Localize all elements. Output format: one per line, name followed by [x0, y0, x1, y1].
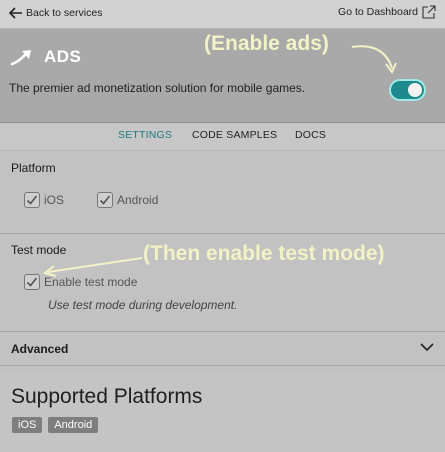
enable-ads-toggle[interactable] [389, 79, 426, 101]
top-bar: Back to services Go to Dashboard [0, 0, 445, 29]
checkmark-icon [26, 277, 38, 287]
android-checkbox-box[interactable] [97, 192, 113, 208]
advanced-section[interactable]: Advanced [0, 333, 445, 366]
platform-ios-checkbox[interactable]: iOS [24, 192, 64, 208]
enable-test-mode-label: Enable test mode [44, 275, 138, 289]
toggle-knob [408, 83, 422, 97]
platform-title: Platform [11, 161, 56, 175]
tab-settings[interactable]: SETTINGS [118, 129, 172, 141]
back-arrow-icon [9, 7, 22, 19]
ads-trend-arrow-icon [10, 50, 31, 66]
platform-android-checkbox[interactable]: Android [97, 192, 158, 208]
checkmark-icon [99, 195, 111, 205]
service-description: The premier ad monetization solution for… [9, 81, 306, 95]
service-title: ADS [10, 47, 81, 67]
service-name: ADS [44, 47, 82, 66]
tab-docs[interactable]: DOCS [295, 129, 326, 141]
advanced-title: Advanced [11, 342, 69, 356]
supported-platforms-section: Supported Platforms iOS Android [0, 372, 445, 452]
test-mode-hint: Use test mode during development. [48, 298, 238, 312]
ios-checkbox-label: iOS [44, 193, 65, 207]
checkmark-icon [26, 195, 38, 205]
external-link-icon [422, 5, 436, 19]
tab-code-samples[interactable]: CODE SAMPLES [192, 129, 277, 141]
service-tabs: SETTINGS CODE SAMPLES DOCS [0, 124, 445, 151]
annotation-enable-ads: (Enable ads) [204, 32, 329, 55]
back-to-services-link[interactable]: Back to services [9, 6, 102, 20]
ios-checkbox-box[interactable] [24, 192, 40, 208]
go-to-dashboard-link[interactable]: Go to Dashboard [338, 5, 436, 19]
platform-section: Platform iOS Android [0, 152, 445, 234]
chevron-down-icon[interactable] [420, 342, 434, 352]
supported-platforms-title: Supported Platforms [11, 385, 203, 408]
go-to-dashboard-label: Go to Dashboard [338, 6, 418, 18]
arrow-icon [42, 257, 143, 277]
curved-arrow-icon [351, 45, 397, 74]
platform-badges: iOS Android [12, 417, 104, 433]
back-to-services-label: Back to services [26, 7, 103, 19]
platform-badge-android: Android [48, 417, 99, 433]
annotation-enable-test-mode: (Then enable test mode) [143, 242, 385, 265]
android-checkbox-label: Android [117, 193, 159, 207]
platform-badge-ios: iOS [12, 417, 43, 433]
test-mode-checkbox-box[interactable] [24, 274, 40, 290]
